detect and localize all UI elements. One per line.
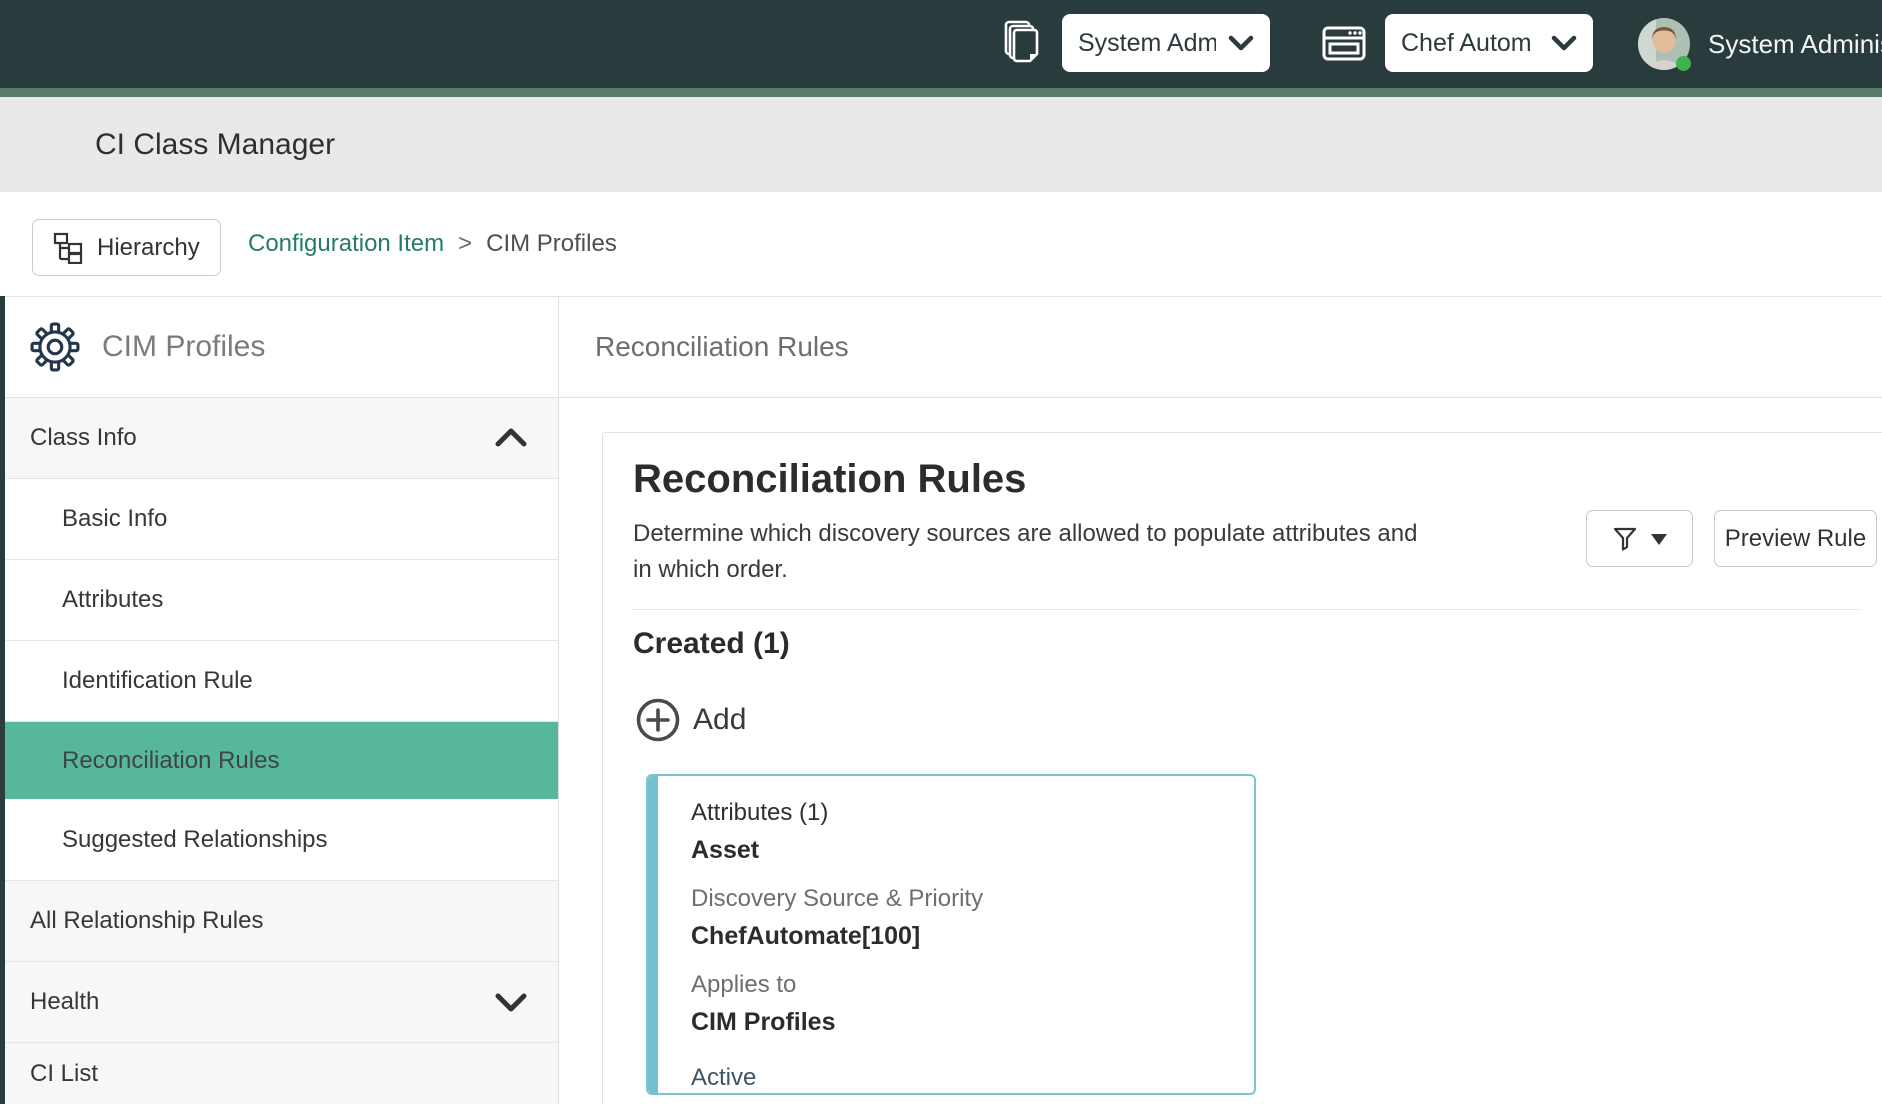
chevron-down-icon [1228, 34, 1254, 52]
hierarchy-button[interactable]: Hierarchy [32, 219, 221, 276]
chevron-down-icon [1551, 34, 1577, 52]
filter-funnel-icon [1612, 526, 1638, 552]
triangle-down-icon [1650, 532, 1668, 546]
created-heading: Created (1) [633, 627, 790, 661]
card-title: Reconciliation Rules [633, 457, 1882, 502]
hierarchy-icon [53, 232, 85, 264]
presence-dot [1676, 56, 1691, 71]
add-rule-button[interactable]: Add [635, 697, 746, 743]
user-name-label: System Adminis [1708, 29, 1882, 60]
sidebar-item-basic-info[interactable]: Basic Info [5, 479, 558, 560]
sidebar-item-all-relationship-rules[interactable]: All Relationship Rules [5, 881, 558, 962]
add-label: Add [693, 703, 746, 737]
scope-selector-dropdown[interactable]: System Adm [1062, 14, 1270, 72]
rule-body: Attributes (1) Asset Discovery Source & … [658, 776, 1254, 1093]
page-title: CI Class Manager [0, 128, 335, 162]
chevron-down-icon [494, 991, 528, 1013]
card-description: Determine which discovery sources are al… [633, 516, 1882, 588]
rule-applies-value: CIM Profiles [691, 1006, 1254, 1038]
rule-accent-bar [648, 776, 658, 1093]
sidebar-item-attributes[interactable]: Attributes [5, 560, 558, 641]
sidebar: CIM Profiles Class Info Basic Info Attri… [5, 297, 559, 1104]
page-header: CI Class Manager [0, 97, 1882, 192]
main-panel: Reconciliation Rules Reconciliation Rule… [559, 297, 1882, 1104]
sidebar-item-reconciliation-rules[interactable]: Reconciliation Rules [5, 722, 558, 800]
content-area: CIM Profiles Class Info Basic Info Attri… [5, 296, 1882, 1104]
sidebar-item-health[interactable]: Health [5, 962, 558, 1043]
rule-source-value: ChefAutomate[100] [691, 920, 1254, 952]
user-menu[interactable]: System Adminis [1638, 0, 1882, 88]
rule-attributes-value: Asset [691, 834, 1254, 866]
application-selector-value: Chef Autom [1401, 29, 1539, 58]
toolbar-row: Hierarchy Configuration Item > CIM Profi… [0, 192, 1882, 296]
rule-attributes-label: Attributes (1) [691, 798, 1254, 828]
gear-icon [30, 322, 80, 372]
breadcrumb-link-configuration-item[interactable]: Configuration Item [248, 230, 444, 258]
breadcrumb: Configuration Item > CIM Profiles [248, 192, 617, 296]
accent-strip [0, 88, 1882, 97]
topbar: System Adm Chef Autom [0, 0, 1882, 88]
rule-applies-label: Applies to [691, 970, 1254, 1000]
sidebar-item-class-info[interactable]: Class Info [5, 398, 558, 479]
application-selector-dropdown[interactable]: Chef Autom [1385, 14, 1593, 72]
sidebar-title: CIM Profiles [102, 330, 265, 364]
window-icon[interactable] [1314, 0, 1374, 88]
breadcrumb-separator: > [458, 230, 472, 258]
filter-button[interactable] [1586, 510, 1693, 567]
rule-source-label: Discovery Source & Priority [691, 884, 1254, 914]
reconciliation-rule-item[interactable]: Attributes (1) Asset Discovery Source & … [646, 774, 1256, 1095]
breadcrumb-current: CIM Profiles [486, 230, 617, 258]
sidebar-item-ci-list[interactable]: CI List [5, 1043, 558, 1104]
ci-class-manager-screen: System Adm Chef Autom [0, 0, 1882, 1104]
divider [633, 609, 1859, 610]
sidebar-item-suggested-relationships[interactable]: Suggested Relationships [5, 800, 558, 881]
panel-title: Reconciliation Rules [595, 331, 849, 363]
avatar [1638, 18, 1690, 70]
hierarchy-label: Hierarchy [97, 234, 200, 262]
rule-status-badge: Active [691, 1064, 1254, 1092]
panel-header: Reconciliation Rules [559, 297, 1882, 398]
circle-plus-icon [635, 697, 681, 743]
copy-pages-icon[interactable] [995, 0, 1051, 88]
sidebar-item-identification-rule[interactable]: Identification Rule [5, 641, 558, 722]
scope-selector-value: System Adm [1078, 29, 1216, 58]
preview-rule-button[interactable]: Preview Rule [1714, 510, 1877, 567]
chevron-up-icon [494, 427, 528, 449]
reconciliation-rules-card: Reconciliation Rules Determine which dis… [602, 432, 1882, 1104]
sidebar-header: CIM Profiles [5, 297, 558, 398]
